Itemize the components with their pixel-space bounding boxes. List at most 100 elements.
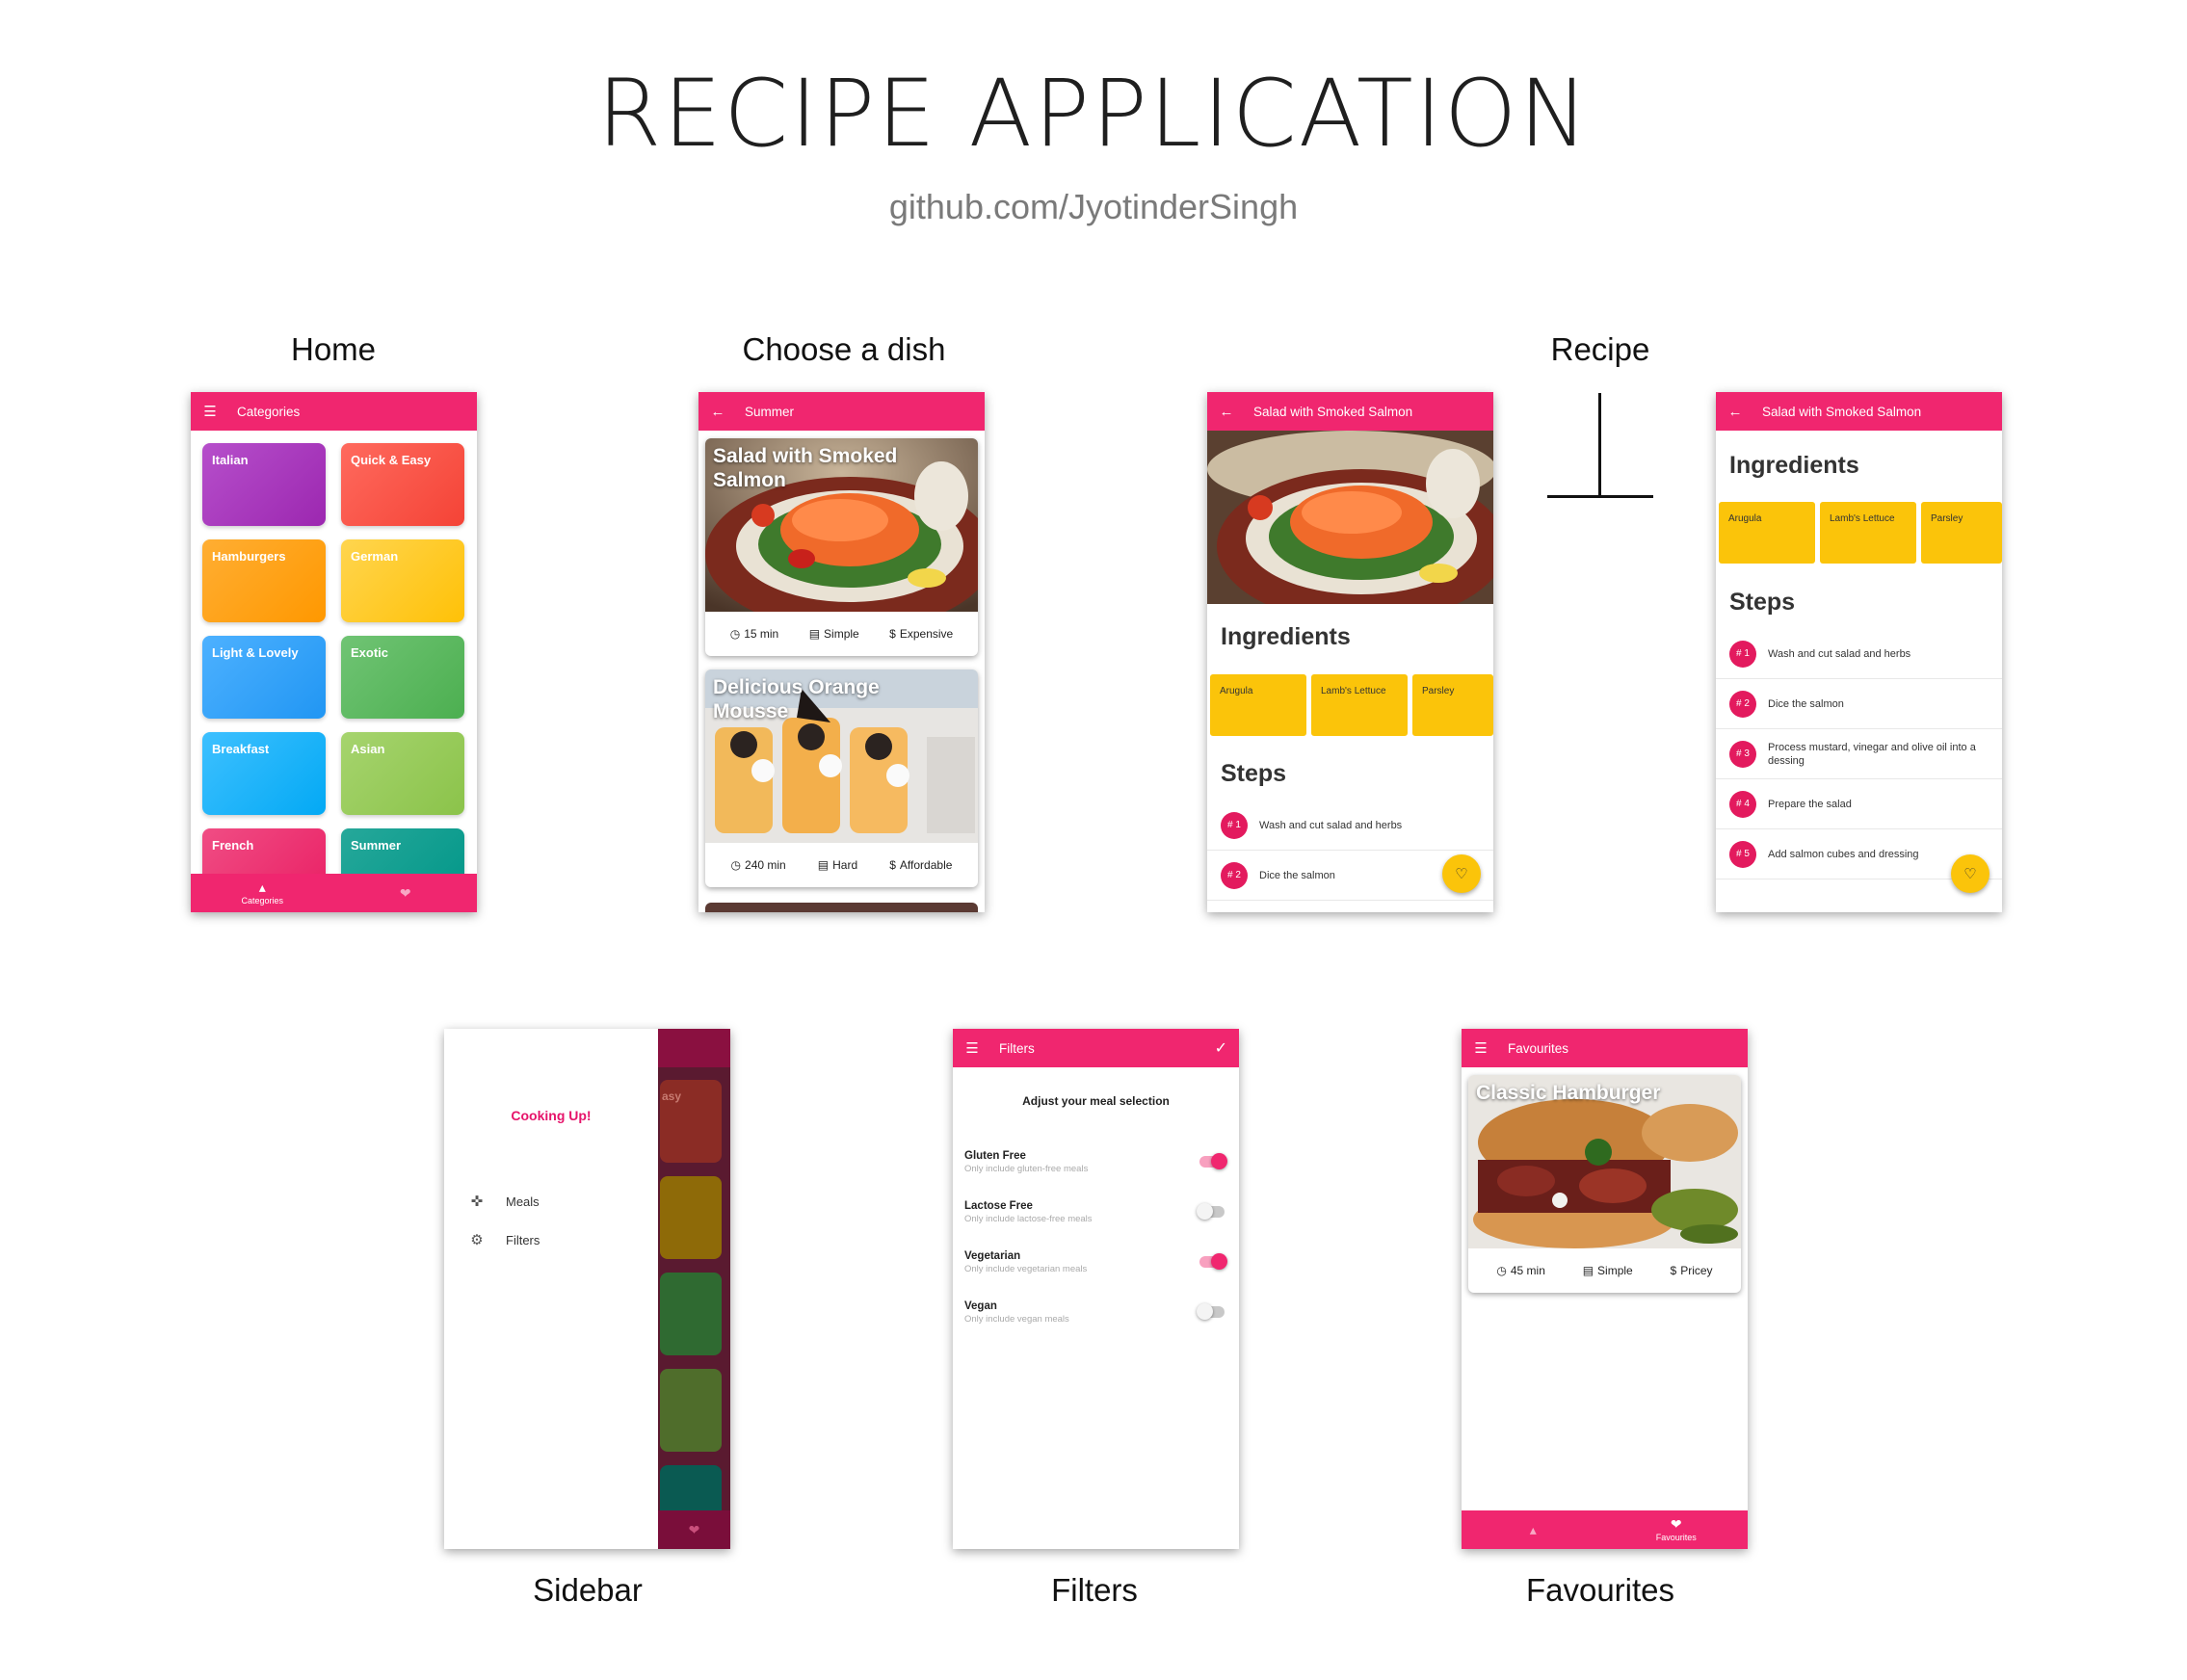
dish-meta: ◷ 45 min ▤ Simple $ Pricey [1468, 1248, 1741, 1293]
connector-base [1547, 495, 1653, 498]
step-row: # 2 Dice the salmon [1716, 679, 2002, 729]
dish-card[interactable]: Classic Hamburger ◷ 45 min ▤ Simple $ Price… [1468, 1075, 1741, 1293]
duration: ◷ 15 min [729, 627, 779, 641]
choose-appbar: ← Summer [698, 392, 985, 431]
category-tile[interactable]: German [341, 539, 464, 622]
gluten-free-switch[interactable] [1199, 1153, 1227, 1169]
tab-favourites[interactable]: ❤ Favourites [1605, 1510, 1749, 1549]
github-link[interactable]: github.com/JyotinderSingh [0, 187, 2187, 227]
recipe-appbar: ← Salad with Smoked Salmon [1207, 392, 1493, 431]
dish-image-mousse: Delicious Orange Mousse [705, 669, 978, 843]
navigation-drawer: Cooking Up! ✜ Meals ⚙ Filters [444, 1029, 658, 1549]
heart-icon: ❤ [1670, 1516, 1682, 1532]
clock-icon: ◷ [729, 627, 741, 641]
home-screen: ☰ Categories Italian Quick & Easy Hambur… [191, 392, 477, 912]
menu-icon[interactable]: ☰ [202, 403, 218, 420]
home-appbar: ☰ Categories [191, 392, 477, 431]
connector-line [1598, 393, 1601, 497]
dish-title: Salad with Smoked Salmon [713, 445, 898, 491]
ingredient-chip: Parsley [1921, 502, 2002, 564]
category-tile[interactable]: Quick & Easy [341, 443, 464, 526]
clock-icon: ◷ [1496, 1264, 1507, 1277]
back-arrow-icon[interactable]: ← [1727, 404, 1743, 420]
steps-title: Steps [1729, 589, 1796, 616]
category-icon: ▴ [1529, 1522, 1537, 1537]
vegan-switch[interactable] [1197, 1303, 1225, 1320]
complexity: ▤ Simple [808, 627, 859, 641]
category-tile[interactable]: Light & Lovely [202, 636, 326, 719]
check-icon[interactable]: ✓ [1215, 1038, 1227, 1058]
step-row: # 1 Wash and cut salad and herbs [1207, 801, 1493, 851]
bottom-nav: ▴ Categories ❤ [191, 874, 477, 912]
sidebar-screen: asy ❤ Cooking Up! ✜ Meals ⚙ Filters [444, 1029, 730, 1549]
duration: ◷ 45 min [1496, 1264, 1545, 1277]
clipboard-icon: ▤ [808, 627, 821, 641]
category-tile[interactable]: Asian [341, 732, 464, 815]
filter-vegan: Vegan Only include vegan meals [964, 1300, 1226, 1339]
step-row: # 4 Prepare the salad [1716, 779, 2002, 829]
lactose-free-switch[interactable] [1197, 1203, 1225, 1220]
complexity: ▤ Hard [817, 858, 858, 872]
dish-image-salmon: Salad with Smoked Salmon [705, 438, 978, 612]
favorite-fab[interactable]: ♡ [1442, 854, 1481, 893]
category-tile[interactable]: Exotic [341, 636, 464, 719]
dish-card-peek [705, 903, 978, 912]
dish-title: Classic Hamburger [1476, 1082, 1661, 1104]
recipe-screen-scrolled: ← Salad with Smoked Salmon Ingredients A… [1716, 392, 2002, 912]
recipe-appbar: ← Salad with Smoked Salmon [1716, 392, 2002, 431]
category-tile[interactable]: Breakfast [202, 732, 326, 815]
ingredients-title: Ingredients [1729, 452, 1859, 479]
menu-icon[interactable]: ☰ [964, 1039, 980, 1057]
vegetarian-switch[interactable] [1199, 1253, 1227, 1270]
dish-card[interactable]: Salad with Smoked Salmon ◷ 15 min ▤ Simple… [705, 438, 978, 656]
appbar-title: Favourites [1508, 1040, 1569, 1056]
tab-favourites[interactable]: ❤ [334, 874, 478, 912]
dish-card[interactable]: Delicious Orange Mousse ◷ 240 min ▤ Hard $… [705, 669, 978, 887]
recipe-screen-top: ← Salad with Smoked Salmon Ingredients A… [1207, 392, 1493, 912]
label-choose-dish: Choose a dish [742, 331, 946, 367]
back-arrow-icon[interactable]: ← [1219, 404, 1234, 420]
dollar-icon: $ [889, 627, 896, 641]
ingredient-chip: Arugula [1210, 674, 1306, 736]
dollar-icon: $ [1670, 1264, 1677, 1277]
appbar-title: Salad with Smoked Salmon [1253, 404, 1413, 419]
filters-appbar: ☰ Filters ✓ [953, 1029, 1239, 1067]
drawer-title: Cooking Up! [511, 1108, 592, 1123]
duration: ◷ 240 min [730, 858, 786, 872]
menu-icon[interactable]: ☰ [1473, 1039, 1489, 1057]
affordability: $ Affordable [889, 858, 953, 872]
ingredient-chip: Arugula [1719, 502, 1815, 564]
drawer-scrim[interactable]: asy ❤ [658, 1029, 730, 1549]
tab-categories[interactable]: ▴ [1462, 1510, 1605, 1549]
bottom-nav: ▴ ❤ Favourites [1462, 1510, 1748, 1549]
drawer-item-meals[interactable]: ✜ Meals [469, 1193, 540, 1210]
scrim-tile: asy [660, 1080, 722, 1163]
tab-categories[interactable]: ▴ Categories [191, 874, 334, 912]
category-tile[interactable]: Italian [202, 443, 326, 526]
favorite-fab[interactable]: ♡ [1951, 854, 1989, 893]
back-arrow-icon[interactable]: ← [710, 404, 725, 420]
filters-screen: ☰ Filters ✓ Adjust your meal selection G… [953, 1029, 1239, 1549]
label-filters: Filters [1051, 1572, 1138, 1608]
page-title: RECIPE APPLICATION [596, 60, 1591, 168]
dish-meta: ◷ 240 min ▤ Hard $ Affordable [705, 843, 978, 887]
affordability: $ Pricey [1670, 1264, 1713, 1277]
filter-lactose-free: Lactose Free Only include lactose-free m… [964, 1200, 1226, 1239]
drawer-item-filters[interactable]: ⚙ Filters [469, 1231, 540, 1248]
label-sidebar: Sidebar [533, 1572, 643, 1608]
heart-outline-icon: ♡ [1963, 866, 1977, 882]
filter-gluten-free: Gluten Free Only include gluten-free mea… [964, 1150, 1227, 1189]
dish-title: Delicious Orange Mousse [713, 676, 880, 722]
step-row: # 1 Wash and cut salad and herbs [1716, 629, 2002, 679]
filter-vegetarian: Vegetarian Only include vegetarian meals [964, 1250, 1227, 1289]
category-tile[interactable]: Hamburgers [202, 539, 326, 622]
heart-icon: ❤ [399, 885, 411, 901]
heart-icon: ❤ [688, 1521, 700, 1537]
favourites-appbar: ☰ Favourites [1462, 1029, 1748, 1067]
recipe-image [1207, 431, 1493, 604]
settings-icon: ⚙ [470, 1232, 484, 1248]
ingredient-chip: Parsley [1412, 674, 1493, 736]
dollar-icon: $ [889, 858, 896, 872]
category-icon: ▴ [258, 879, 266, 895]
heart-outline-icon: ♡ [1455, 866, 1468, 882]
